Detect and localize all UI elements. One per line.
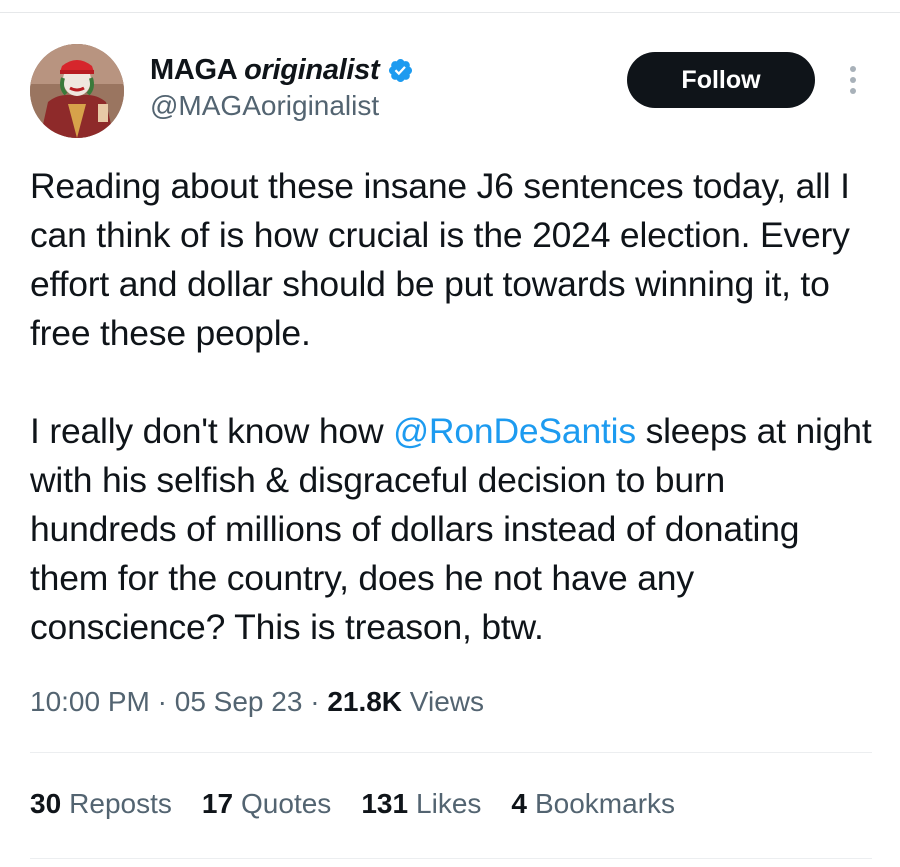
- more-options-icon[interactable]: [846, 66, 860, 98]
- tweet-paragraph-2: I really don't know how @RonDeSantis sle…: [30, 411, 872, 647]
- stat-likes[interactable]: 131 Likes: [361, 788, 481, 820]
- mention-link[interactable]: @RonDeSantis: [393, 411, 636, 451]
- avatar-image: [30, 44, 124, 138]
- author-handle[interactable]: @MAGAoriginalist: [150, 90, 379, 122]
- verified-badge-icon: [387, 57, 414, 84]
- display-name[interactable]: MAGA originalist: [150, 54, 380, 87]
- tweet-time[interactable]: 10:00 PM: [30, 686, 150, 717]
- tweet-date[interactable]: 05 Sep 23: [175, 686, 303, 717]
- engagement-stats: 30 Reposts 17 Quotes 131 Likes 4 Bookmarks: [30, 788, 705, 820]
- tweet-paragraph-1: Reading about these insane J6 sentences …: [30, 166, 850, 353]
- avatar[interactable]: [30, 44, 124, 138]
- views-label: Views: [402, 686, 484, 717]
- stat-quotes[interactable]: 17 Quotes: [202, 788, 331, 820]
- tweet-text: Reading about these insane J6 sentences …: [30, 162, 880, 652]
- follow-button[interactable]: Follow: [627, 52, 815, 108]
- stat-bookmarks[interactable]: 4 Bookmarks: [511, 788, 675, 820]
- top-divider: [0, 12, 900, 13]
- author-name-row[interactable]: MAGA originalist: [150, 54, 414, 87]
- divider: [30, 752, 872, 753]
- views-count: 21.8K: [327, 686, 403, 717]
- tweet-metadata: 10:00 PM · 05 Sep 23 · 21.8K Views: [30, 686, 484, 717]
- divider: [30, 858, 872, 859]
- stat-reposts[interactable]: 30 Reposts: [30, 788, 172, 820]
